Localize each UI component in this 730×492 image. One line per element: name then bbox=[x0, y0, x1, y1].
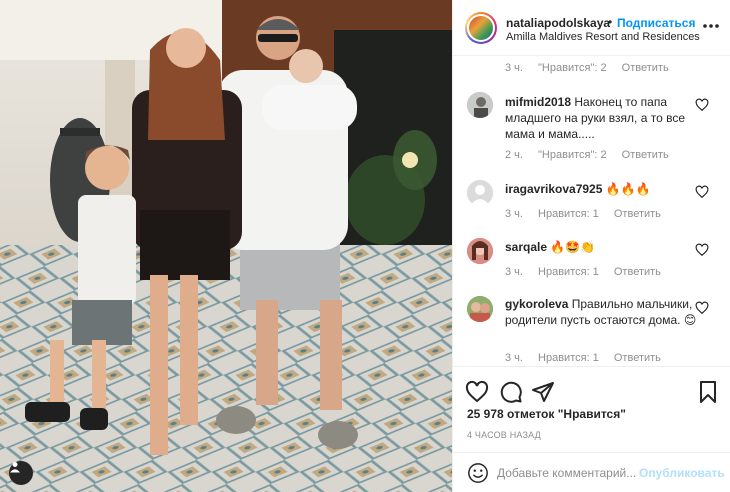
comment-text: sarqale 🔥🤩👏 bbox=[505, 239, 715, 255]
user-photo-icon bbox=[467, 238, 493, 264]
avatar[interactable] bbox=[467, 180, 493, 206]
comment-icon[interactable] bbox=[499, 380, 523, 404]
comment-body: 🔥🔥🔥 bbox=[605, 182, 651, 196]
heart-icon[interactable] bbox=[695, 301, 709, 315]
comment-meta: 3 ч. Нравится: 1 Ответить bbox=[505, 266, 673, 278]
author-avatar[interactable] bbox=[465, 12, 497, 44]
comment-time: 3 ч. bbox=[505, 62, 523, 74]
heart-icon[interactable] bbox=[695, 98, 709, 112]
comment-meta: 3 ч. Нравится: 1 Ответить bbox=[505, 208, 673, 220]
post-timestamp[interactable]: 4 ЧАСОВ НАЗАД bbox=[467, 430, 541, 440]
reply-button[interactable]: Ответить bbox=[614, 266, 661, 278]
more-icon[interactable] bbox=[701, 19, 721, 33]
heart-icon[interactable] bbox=[695, 243, 709, 257]
reply-button[interactable]: Ответить bbox=[614, 208, 661, 220]
comment-text: iragavrikova7925 🔥🔥🔥 bbox=[505, 181, 715, 197]
bookmark-icon[interactable] bbox=[696, 380, 720, 404]
comment-time: 3 ч. bbox=[505, 208, 523, 220]
smiley-icon[interactable] bbox=[467, 462, 489, 484]
comment-meta: 2 ч. "Нравится": 2 Ответить bbox=[505, 149, 681, 161]
user-photo-icon bbox=[467, 296, 493, 322]
comment-username[interactable]: sarqale bbox=[505, 240, 547, 254]
publish-button[interactable]: Опубликовать bbox=[639, 466, 725, 480]
avatar[interactable] bbox=[467, 238, 493, 264]
heart-icon[interactable] bbox=[465, 380, 489, 404]
header-separator: • bbox=[608, 15, 613, 29]
add-comment-bar: Опубликовать bbox=[453, 452, 730, 492]
person-tag-icon bbox=[10, 462, 20, 473]
tag-people-button[interactable] bbox=[9, 461, 33, 485]
reply-button[interactable]: Ответить bbox=[622, 62, 669, 74]
comment-meta: 3 ч. Нравится: 1 Ответить bbox=[505, 352, 673, 364]
comment-input[interactable] bbox=[497, 462, 637, 484]
comment-text: mifmid2018 Наконец то папа младшего на р… bbox=[505, 94, 715, 142]
post-actions: 25 978 отметок "Нравится" 4 ЧАСОВ НАЗАД bbox=[453, 366, 730, 456]
post-side-panel: nataliapodolskaya • Подписаться Amilla M… bbox=[452, 0, 730, 492]
comment-likes-count[interactable]: Нравится: 1 bbox=[538, 352, 599, 364]
author-username[interactable]: nataliapodolskaya bbox=[506, 16, 610, 30]
comment-username[interactable]: mifmid2018 bbox=[505, 95, 571, 109]
follow-button[interactable]: Подписаться bbox=[617, 16, 695, 30]
comment-username[interactable]: iragavrikova7925 bbox=[505, 182, 602, 196]
avatar[interactable] bbox=[467, 92, 493, 118]
likes-count[interactable]: 25 978 отметок "Нравится" bbox=[467, 407, 626, 421]
photo-illustration bbox=[0, 0, 452, 492]
user-photo-icon bbox=[467, 92, 493, 118]
comment-body: 🔥🤩👏 bbox=[550, 240, 596, 254]
comment-likes-count[interactable]: "Нравится": 2 bbox=[538, 62, 607, 74]
comment-likes-count[interactable]: Нравится: 1 bbox=[538, 208, 599, 220]
comment-time: 3 ч. bbox=[505, 266, 523, 278]
avatar[interactable] bbox=[467, 296, 493, 322]
comment-time: 3 ч. bbox=[505, 352, 523, 364]
paper-plane-icon[interactable] bbox=[531, 380, 555, 404]
reply-button[interactable]: Ответить bbox=[614, 352, 661, 364]
comment-likes-count[interactable]: "Нравится": 2 bbox=[538, 149, 607, 161]
reply-button[interactable]: Ответить bbox=[622, 149, 669, 161]
heart-icon[interactable] bbox=[695, 185, 709, 199]
post-header: nataliapodolskaya • Подписаться Amilla M… bbox=[453, 0, 730, 56]
comment-text: gykoroleva Правильно мальчики, родители … bbox=[505, 296, 715, 328]
comment-time: 2 ч. bbox=[505, 149, 523, 161]
default-avatar-icon bbox=[467, 180, 493, 206]
comments-list[interactable]: 3 ч. "Нравится": 2 Ответить mifmid2018 Н… bbox=[453, 56, 730, 366]
comment-likes-count[interactable]: Нравится: 1 bbox=[538, 266, 599, 278]
post-location[interactable]: Amilla Maldives Resort and Residences bbox=[506, 31, 700, 43]
comment-username[interactable]: gykoroleva bbox=[505, 297, 568, 311]
comment-meta: 3 ч. "Нравится": 2 Ответить bbox=[505, 62, 681, 74]
post-photo[interactable] bbox=[0, 0, 452, 492]
